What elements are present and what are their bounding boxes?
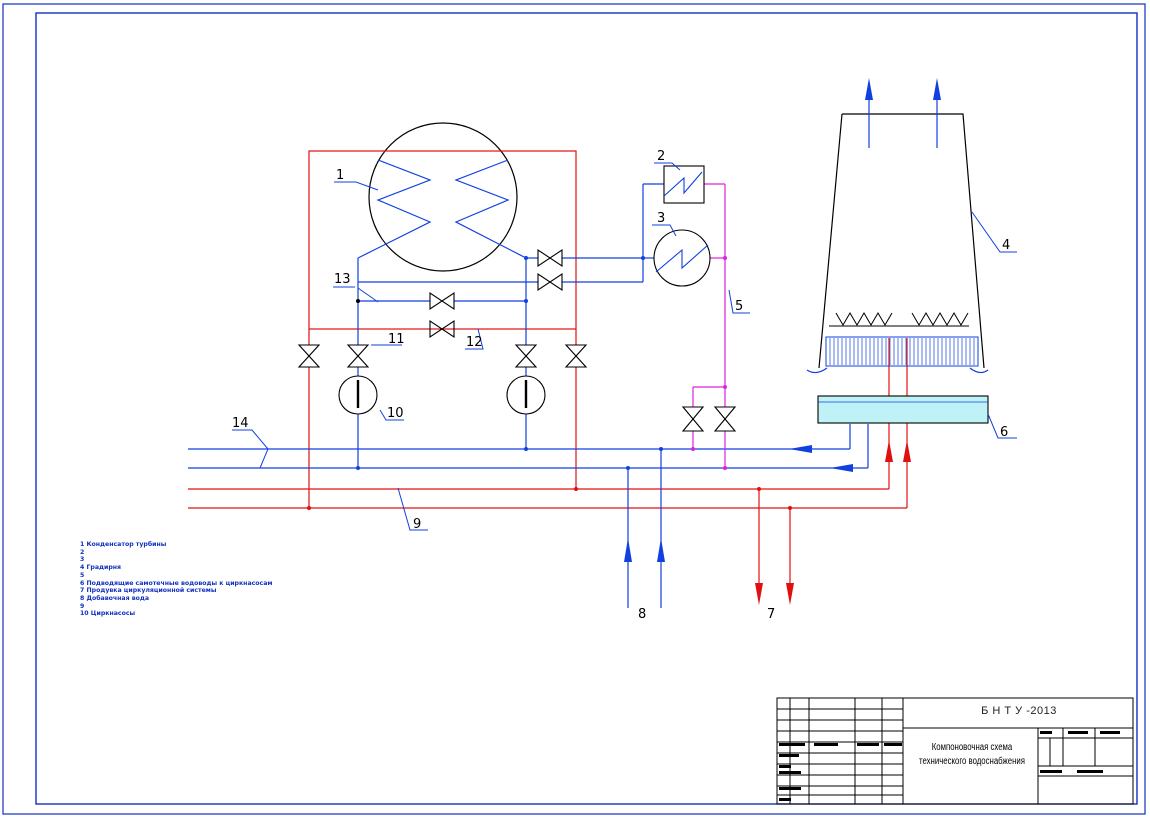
label-10: 10 xyxy=(387,406,404,421)
label-3: 3 xyxy=(657,211,665,226)
legend-item: 1 Конденсатор турбины xyxy=(80,541,167,548)
valve-icon xyxy=(297,248,737,432)
legend-item: 4 Градирня xyxy=(80,564,122,572)
flow-arrow-icon xyxy=(624,78,941,605)
label-8: 8 xyxy=(638,607,646,622)
tower-fill xyxy=(829,338,975,365)
cooling-tower xyxy=(806,113,989,374)
stamp-organization: Б Н Т У -2013 xyxy=(981,705,1057,717)
node-13 xyxy=(356,299,360,303)
legend-item: 9 xyxy=(80,602,85,610)
cold-water-junctions xyxy=(356,256,663,470)
legend-item: 7 Продувка циркуляционной системы xyxy=(80,587,217,595)
technical-water-supply-diagram: 1 2 3 4 5 6 7 8 9 10 11 12 13 14 xyxy=(2,3,1146,815)
label-9: 9 xyxy=(413,517,421,532)
legend-item: 8 Добавочная вода xyxy=(80,594,150,602)
auxiliary-junctions xyxy=(691,256,727,470)
cooling-basin xyxy=(817,395,989,424)
legend-item: 2 xyxy=(80,548,85,556)
label-12: 12 xyxy=(466,335,483,350)
legend-item: 10 Циркнасосы xyxy=(80,610,136,618)
label-5: 5 xyxy=(735,299,743,314)
stamp-title: Компоновочная схема технического водосна… xyxy=(918,742,1026,767)
label-6: 6 xyxy=(1000,425,1008,440)
label-2: 2 xyxy=(657,149,665,164)
legend: 1 Конденсатор турбины 2 3 4 Градирня 5 6… xyxy=(80,541,440,618)
label-1: 1 xyxy=(336,168,344,183)
label-4: 4 xyxy=(1002,238,1010,253)
label-14: 14 xyxy=(232,416,249,431)
heat-exchanger-icon xyxy=(663,165,705,204)
hot-water-lines xyxy=(188,150,908,590)
label-13: 13 xyxy=(334,272,351,287)
pump-icon xyxy=(338,375,546,415)
heat-exchanger-icon xyxy=(653,229,711,287)
label-7: 7 xyxy=(767,607,775,622)
hot-water-junctions xyxy=(307,487,792,510)
legend-item: 3 xyxy=(80,556,85,564)
turbine-condenser xyxy=(357,122,527,272)
label-11: 11 xyxy=(388,332,405,347)
legend-item: 5 xyxy=(80,571,85,579)
